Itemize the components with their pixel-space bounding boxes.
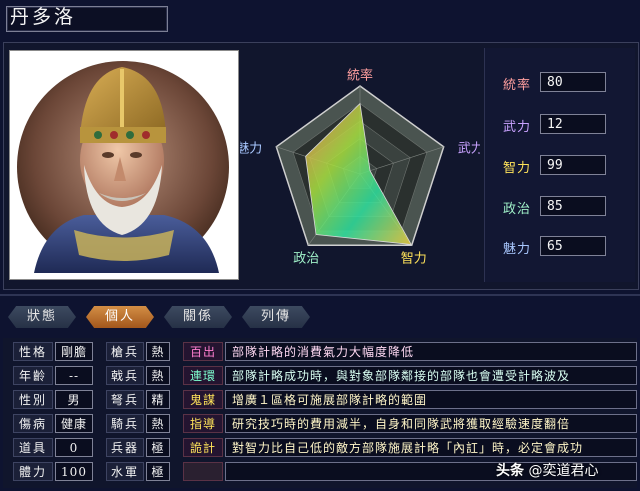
personal-value: 剛膽 <box>55 342 93 361</box>
skill-description: 研究技巧時的費用減半，自身和同隊武將獲取經驗速度翻倍 <box>225 414 637 433</box>
stat-value-intelligence: 99 <box>540 155 606 175</box>
radar-axis-label: 智力 <box>401 252 427 267</box>
watermark: 头条 @奕道君心 <box>496 460 598 480</box>
stat-value-politics: 85 <box>540 196 606 216</box>
watermark-handle: @奕道君心 <box>528 463 599 479</box>
tab-relations[interactable]: 關係 <box>164 306 232 328</box>
troop-aptitude: 極 <box>146 462 170 481</box>
skill-name: 指導 <box>183 414 223 433</box>
personal-value: 男 <box>55 390 93 409</box>
troop-label: 兵器 <box>106 438 144 457</box>
personal-label: 性別 <box>13 390 53 409</box>
skill-name: 連環 <box>183 366 223 385</box>
skill-description: 部隊計略成功時，與對象部隊鄰接的部隊也會遭受計略波及 <box>225 366 637 385</box>
radar-axis-label: 武力 <box>458 141 480 156</box>
tab-personal[interactable]: 個人 <box>86 306 154 328</box>
troop-label: 戟兵 <box>106 366 144 385</box>
tab-status[interactable]: 狀態 <box>8 306 76 328</box>
troop-label: 水軍 <box>106 462 144 481</box>
watermark-logo: 头条 <box>496 463 524 479</box>
stat-label-intelligence: 智力 <box>503 161 532 176</box>
troop-aptitude: 極 <box>146 438 170 457</box>
tab-biography[interactable]: 列傳 <box>242 306 310 328</box>
troop-label: 騎兵 <box>106 414 144 433</box>
portrait-image <box>14 55 232 273</box>
personal-label: 性格 <box>13 342 53 361</box>
stat-value-charisma: 65 <box>540 236 606 256</box>
stat-label-charisma: 魅力 <box>503 242 532 257</box>
troop-aptitude: 精 <box>146 390 170 409</box>
stat-value-war: 12 <box>540 114 606 134</box>
skill-name: 鬼謀 <box>183 390 223 409</box>
skill-description: 對智力比自己低的敵方部隊施展計略「內訌」時，必定會成功 <box>225 438 637 457</box>
portrait-frame <box>9 50 239 280</box>
skill-description: 增廣１區格可施展部隊計略的範圍 <box>225 390 637 409</box>
troop-label: 弩兵 <box>106 390 144 409</box>
personal-value: -- <box>55 366 93 385</box>
skill-name: 詭計 <box>183 438 223 457</box>
stat-label-command: 統率 <box>503 78 532 93</box>
skill-description: 部隊計略的消費氣力大幅度降低 <box>225 342 637 361</box>
stat-label-politics: 政治 <box>503 202 532 217</box>
skill-name-empty <box>183 462 223 481</box>
personal-label: 體力 <box>13 462 53 481</box>
personal-label: 道具 <box>13 438 53 457</box>
troop-aptitude: 熱 <box>146 414 170 433</box>
personal-value: 100 <box>55 462 93 481</box>
radar-axis-label: 政治 <box>293 252 319 267</box>
stat-label-war: 武力 <box>503 120 532 135</box>
stat-value-command: 80 <box>540 72 606 92</box>
personal-value: 健康 <box>55 414 93 433</box>
general-name: 丹多洛 <box>10 6 77 28</box>
radar-axis-label: 統率 <box>347 68 373 84</box>
troop-aptitude: 熱 <box>146 342 170 361</box>
skill-name: 百出 <box>183 342 223 361</box>
ability-radar-chart: 統率武力智力 政治 魅力 <box>240 68 480 267</box>
personal-value: 0 <box>55 438 93 457</box>
troop-label: 槍兵 <box>106 342 144 361</box>
troop-aptitude: 熱 <box>146 366 170 385</box>
radar-axis-label: 魅力 <box>240 141 262 156</box>
personal-label: 年齡 <box>13 366 53 385</box>
personal-label: 傷病 <box>13 414 53 433</box>
section-divider <box>0 294 640 296</box>
